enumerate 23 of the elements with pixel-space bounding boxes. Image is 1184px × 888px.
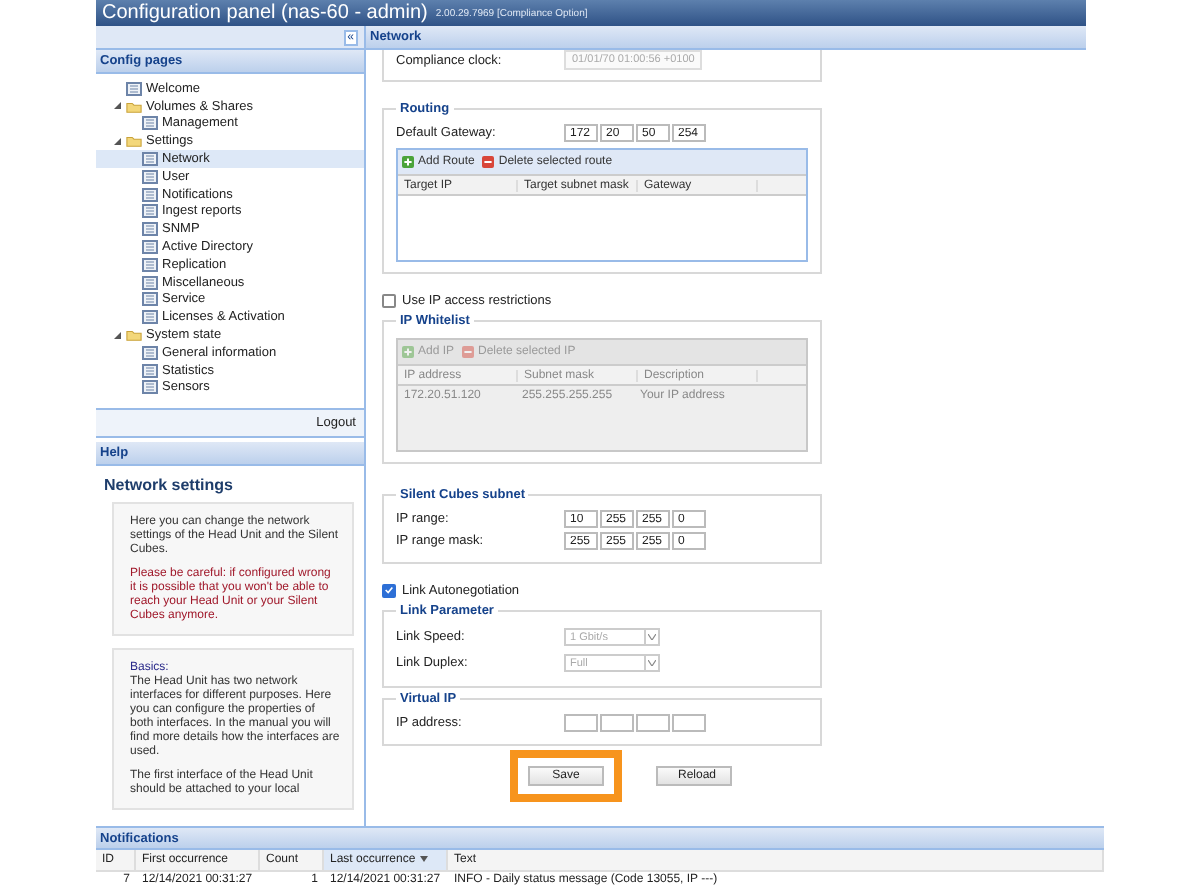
folder-icon (126, 99, 142, 114)
page-icon (142, 222, 158, 237)
page-icon (126, 81, 142, 96)
page-icon (142, 345, 158, 360)
page-icon (142, 116, 158, 131)
page-icon (142, 310, 158, 325)
ip-octet-field[interactable] (564, 714, 598, 732)
ip-octet-field[interactable] (600, 714, 634, 732)
plus-icon (402, 346, 414, 358)
help-title: Network settings (102, 474, 235, 498)
minus-icon (482, 156, 495, 168)
plus-icon (402, 156, 414, 168)
checkbox[interactable] (382, 583, 396, 597)
folder-icon (126, 328, 142, 343)
minus-icon (462, 346, 475, 358)
window-title: Configuration panel (nas-60 - admin) (102, 2, 428, 24)
checkbox[interactable] (382, 293, 396, 307)
ip-octet-field[interactable] (672, 714, 706, 732)
expand-arrow-icon[interactable] (114, 137, 122, 146)
sort-arrow-icon (419, 856, 428, 863)
expand-arrow-icon[interactable] (114, 331, 122, 340)
ip-octet-field[interactable] (636, 714, 670, 732)
expand-arrow-icon[interactable] (114, 102, 122, 111)
